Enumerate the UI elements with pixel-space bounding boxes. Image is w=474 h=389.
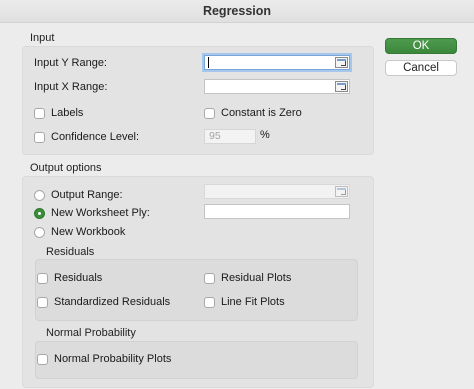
input-x-range-field[interactable]: [204, 79, 350, 94]
output-range-label: Output Range:: [51, 189, 123, 201]
residual-plots-checkbox-row[interactable]: Residual Plots: [204, 270, 291, 286]
normal-probability-checkbox-row[interactable]: Normal Probability Plots: [37, 351, 171, 367]
text-caret: [208, 57, 209, 68]
standardized-residuals-label: Standardized Residuals: [54, 296, 171, 308]
new-worksheet-name-field[interactable]: [204, 204, 350, 219]
output-range-radio[interactable]: [34, 189, 45, 201]
input-x-range-label: Input X Range:: [34, 81, 108, 93]
new-workbook-radio[interactable]: [34, 226, 45, 238]
residuals-checkbox[interactable]: [37, 272, 48, 284]
new-worksheet-radio-row[interactable]: New Worksheet Ply:: [34, 205, 150, 221]
residuals-checkbox-row[interactable]: Residuals: [37, 270, 102, 286]
input-section-label: Input: [30, 32, 55, 44]
input-y-range-label: Input Y Range:: [34, 57, 107, 69]
residuals-group: [35, 259, 358, 321]
output-range-radio-row[interactable]: Output Range:: [34, 187, 123, 203]
residual-plots-checkbox[interactable]: [204, 272, 215, 284]
normal-probability-checkbox[interactable]: [37, 353, 48, 365]
labels-checkbox-row[interactable]: Labels: [34, 105, 83, 121]
range-selector-icon[interactable]: [335, 186, 348, 197]
constant-zero-checkbox-row[interactable]: Constant is Zero: [204, 105, 302, 121]
percent-unit: %: [260, 129, 270, 141]
line-fit-plots-checkbox[interactable]: [204, 296, 215, 308]
standardized-residuals-checkbox-row[interactable]: Standardized Residuals: [37, 294, 170, 310]
output-range-field[interactable]: [204, 184, 350, 199]
constant-zero-checkbox[interactable]: [204, 107, 215, 119]
input-y-range-field[interactable]: [204, 55, 350, 70]
new-workbook-radio-row[interactable]: New Workbook: [34, 224, 125, 240]
range-selector-icon[interactable]: [335, 57, 348, 68]
line-fit-plots-checkbox-row[interactable]: Line Fit Plots: [204, 294, 285, 310]
constant-zero-label: Constant is Zero: [221, 107, 302, 119]
residual-plots-label: Residual Plots: [221, 272, 292, 284]
normal-probability-label: Normal Probability Plots: [54, 353, 172, 365]
output-section-label: Output options: [30, 162, 102, 174]
cancel-button[interactable]: Cancel: [385, 60, 457, 76]
normal-probability-section-label: Normal Probability: [46, 327, 136, 339]
new-worksheet-label: New Worksheet Ply:: [51, 207, 150, 219]
confidence-checkbox-row[interactable]: Confidence Level:: [34, 129, 139, 145]
confidence-label: Confidence Level:: [51, 131, 140, 143]
new-worksheet-radio[interactable]: [34, 207, 45, 219]
labels-checkbox-label: Labels: [51, 107, 84, 119]
line-fit-plots-label: Line Fit Plots: [221, 296, 285, 308]
dialog-title: Regression: [0, 0, 474, 23]
residuals-section-label: Residuals: [46, 246, 95, 258]
residuals-label: Residuals: [54, 272, 103, 284]
confidence-level-field[interactable]: 95: [204, 129, 256, 144]
ok-button[interactable]: OK: [385, 38, 457, 54]
new-workbook-label: New Workbook: [51, 226, 126, 238]
standardized-residuals-checkbox[interactable]: [37, 296, 48, 308]
range-selector-icon[interactable]: [335, 81, 348, 92]
confidence-checkbox[interactable]: [34, 131, 45, 143]
labels-checkbox[interactable]: [34, 107, 45, 119]
